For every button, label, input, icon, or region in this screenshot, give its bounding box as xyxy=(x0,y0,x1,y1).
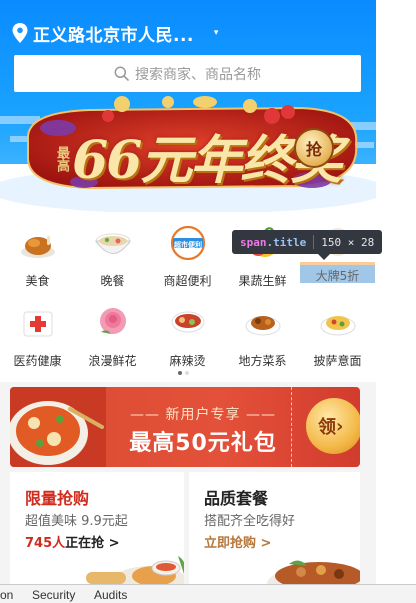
card-title: 限量抢购 xyxy=(25,489,90,508)
banner-grab-badge[interactable]: 抢 xyxy=(294,128,334,168)
promo-subtitle: —— 新用户专享 —— xyxy=(130,407,276,423)
devtools-tab-security[interactable]: Security xyxy=(32,588,75,602)
inspector-class: .title xyxy=(266,235,307,249)
inspector-tooltip: span .title 150 × 28 xyxy=(232,230,383,254)
grab-count: 745人 xyxy=(25,536,66,551)
receive-button[interactable]: 领 › xyxy=(306,398,360,454)
chevron-down-icon: ▾ xyxy=(213,28,219,38)
promo-divider xyxy=(291,387,292,467)
new-user-promo[interactable]: —— 新用户专享 —— 最高50元礼包 领 › xyxy=(10,387,360,467)
location-text: 正义路北京市人民... xyxy=(33,25,194,46)
roast-chicken-icon xyxy=(21,236,55,258)
inspector-tooltip-arrow xyxy=(318,254,330,260)
noodle-bowl-icon xyxy=(95,233,131,254)
category-label: 麻辣烫 xyxy=(169,354,206,368)
category-malatang[interactable]: 麻辣烫 xyxy=(150,300,225,368)
location-selector[interactable]: 正义路北京市人民... ▾ xyxy=(12,20,218,46)
pizza-pasta-icon xyxy=(320,316,356,336)
category-label: 美食 xyxy=(25,274,50,288)
category-label: 果蔬生鲜 xyxy=(238,274,287,288)
search-input[interactable]: 搜索商家、商品名称 xyxy=(14,55,361,92)
banner-prefix: 最高 xyxy=(54,146,69,172)
meal-set-icon xyxy=(267,560,360,584)
category-medicine[interactable]: 医药健康 xyxy=(0,300,75,368)
category-pizza[interactable]: 披萨意面 xyxy=(300,300,375,368)
mobile-viewport: 正义路北京市人民... ▾ 搜索商家、商品名称 最高 66元年终奖 抢 美食 晚… xyxy=(0,0,376,584)
search-placeholder: 搜索商家、商品名称 xyxy=(135,66,261,83)
pager-dot[interactable] xyxy=(185,371,189,375)
category-label: 浪漫鲜花 xyxy=(88,354,137,368)
page-gutter xyxy=(376,0,416,584)
inspector-dims: 150 × 28 xyxy=(321,235,375,249)
pager-dot-active[interactable] xyxy=(178,371,182,375)
location-pin-icon xyxy=(12,23,28,43)
category-supermarket[interactable]: 超市便利 商超便利 xyxy=(150,220,225,288)
rose-icon xyxy=(100,308,126,334)
devtools-tabbar: on Security Audits xyxy=(0,584,416,603)
supermarket-badge: 超市便利 xyxy=(174,241,202,249)
card-description: 超值美味 9.9元起 xyxy=(25,514,128,529)
grid-pager xyxy=(178,371,189,375)
category-label: 医药健康 xyxy=(13,354,62,368)
category-label: 地方菜系 xyxy=(238,354,287,368)
category-local-cuisine[interactable]: 地方菜系 xyxy=(225,300,300,368)
spicy-hotpot-icon xyxy=(171,311,205,333)
local-dish-icon xyxy=(245,316,281,336)
quality-set-card[interactable]: 品质套餐 搭配齐全吃得好 立即抢购 > xyxy=(189,472,360,584)
inspector-tag: span xyxy=(240,235,267,249)
devtools-tab[interactable]: on xyxy=(0,588,13,602)
category-label: 披萨意面 xyxy=(313,354,362,368)
card-title: 品质套餐 xyxy=(204,489,269,508)
search-icon xyxy=(114,66,129,81)
medicine-box-icon xyxy=(23,311,53,337)
category-label: 商超便利 xyxy=(163,274,212,288)
promo-title: 最高50元礼包 xyxy=(129,431,277,456)
category-dinner[interactable]: 晚餐 xyxy=(75,220,150,288)
category-label: 大牌5折 xyxy=(315,269,360,283)
category-label: 晚餐 xyxy=(100,274,125,288)
flash-sale-card[interactable]: 限量抢购 超值美味 9.9元起 745人正在抢 > xyxy=(10,472,184,584)
devtools-tab-audits[interactable]: Audits xyxy=(94,588,127,602)
inspector-separator xyxy=(313,235,315,249)
soup-bowl-icon xyxy=(10,387,106,467)
card-description: 搭配齐全吃得好 xyxy=(204,514,296,529)
snack-plate-icon xyxy=(86,556,184,584)
category-food[interactable]: 美食 xyxy=(0,220,75,288)
category-flowers[interactable]: 浪漫鲜花 xyxy=(75,300,150,368)
